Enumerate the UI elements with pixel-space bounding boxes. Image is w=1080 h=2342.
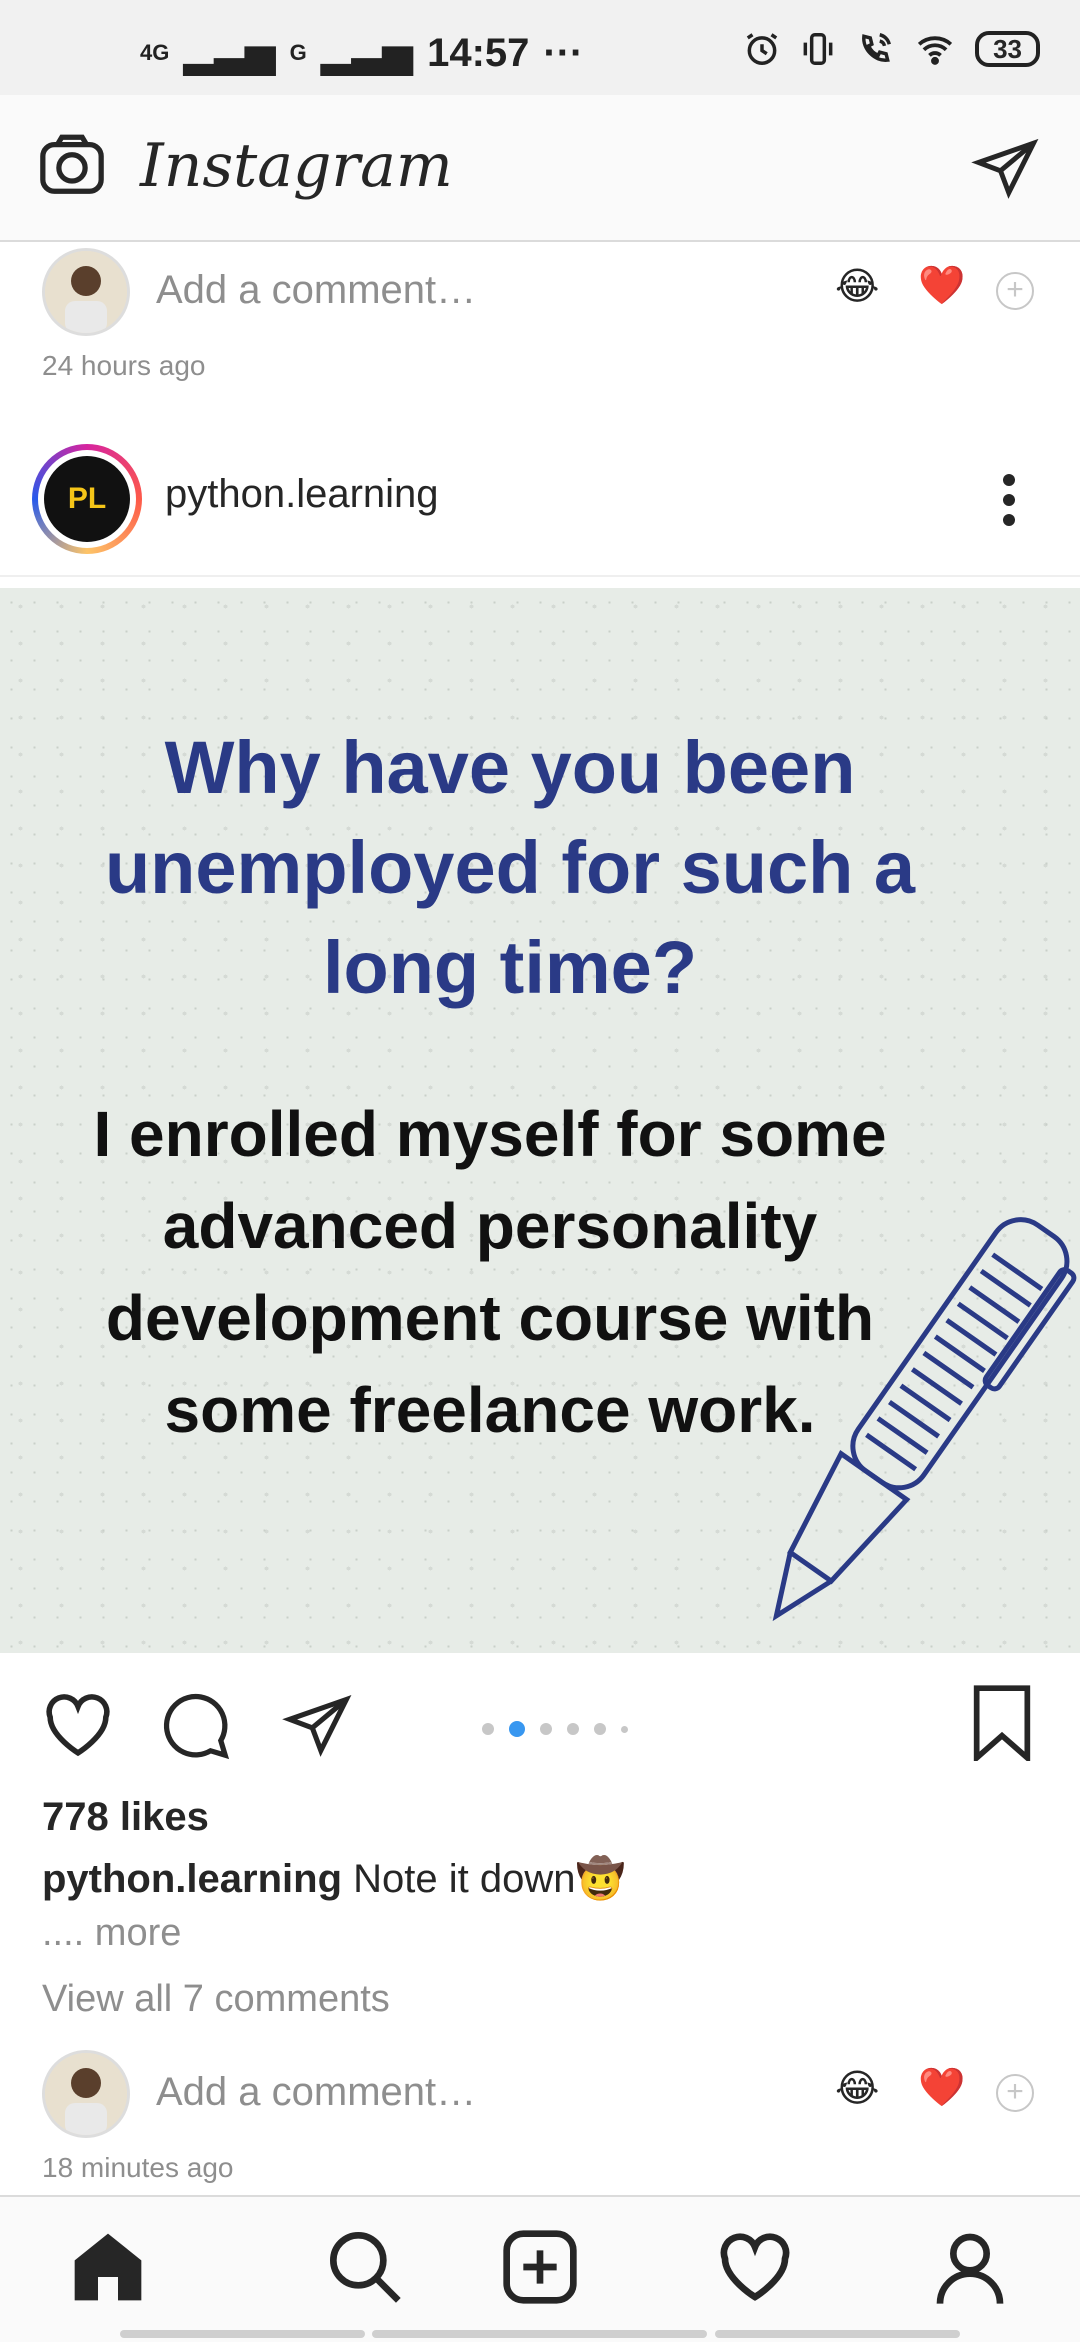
- new-post-icon[interactable]: [500, 2227, 580, 2307]
- comment-icon[interactable]: [160, 1691, 232, 1761]
- wifi-call-icon: [862, 33, 892, 62]
- caption-text: Note it down🤠: [353, 1857, 626, 1901]
- app-logo: Instagram: [140, 131, 453, 201]
- like-count[interactable]: 778 likes: [42, 1795, 209, 1840]
- carousel-dot: [540, 1723, 552, 1735]
- share-icon[interactable]: [282, 1691, 354, 1759]
- status-bar: 4G ▂▃▅ G ▂▃▅ 14:57 ··· 33: [0, 0, 1080, 95]
- carousel-dot: [621, 1725, 628, 1733]
- profile-ring-gap: PL: [38, 450, 136, 548]
- more-link[interactable]: .... more: [42, 1912, 181, 1955]
- signal-icon-2: ▂▃▅: [320, 31, 414, 75]
- like-heart-icon[interactable]: [40, 1691, 116, 1759]
- avatar[interactable]: [42, 2050, 130, 2138]
- search-icon[interactable]: [325, 2227, 405, 2307]
- add-reaction-icon[interactable]: +: [996, 2074, 1034, 2112]
- top-app-bar: Instagram: [0, 95, 1080, 242]
- carousel-dot: [567, 1723, 579, 1735]
- network-g-indicator: G: [289, 40, 307, 65]
- comment-timestamp: 18 minutes ago: [42, 2152, 234, 2183]
- add-reaction-icon[interactable]: +: [996, 272, 1034, 310]
- post-username[interactable]: python.learning: [165, 472, 439, 517]
- view-all-comments-link[interactable]: View all 7 comments: [42, 1978, 390, 2021]
- pen-illustration: [772, 1217, 1077, 1622]
- carousel-indicator: [482, 1721, 628, 1737]
- comment-input[interactable]: Add a comment…: [156, 268, 476, 313]
- laugh-reaction-button[interactable]: 😂: [835, 2066, 879, 2111]
- avatar[interactable]: [42, 248, 130, 336]
- heart-reaction-button[interactable]: ❤️: [918, 264, 965, 308]
- signal-icon: ▂▃▅: [183, 31, 276, 75]
- post-header: PL python.learning: [0, 430, 1080, 577]
- save-bookmark-icon[interactable]: [970, 1685, 1034, 1761]
- heart-reaction-button[interactable]: ❤️: [918, 2066, 965, 2110]
- wifi-icon: [917, 36, 953, 65]
- gesture-bar: [120, 2330, 365, 2338]
- clock: 14:57: [427, 30, 530, 75]
- battery-indicator: 33: [975, 31, 1040, 67]
- home-icon[interactable]: [68, 2227, 148, 2307]
- more-notifications: ···: [543, 30, 584, 75]
- comment-input[interactable]: Add a comment…: [156, 2070, 476, 2115]
- post-action-bar: [0, 1653, 1080, 1793]
- direct-message-icon[interactable]: [970, 135, 1042, 201]
- profile-icon[interactable]: [930, 2227, 1010, 2307]
- more-options-icon[interactable]: [995, 470, 1023, 530]
- profile-avatar: PL: [44, 456, 130, 542]
- caption-username[interactable]: python.learning: [42, 1857, 342, 1901]
- caption: python.learning Note it down🤠: [42, 1855, 625, 1902]
- carousel-dot: [482, 1723, 494, 1735]
- story-ring[interactable]: PL: [32, 444, 142, 554]
- bottom-navigation: [0, 2195, 1080, 2342]
- gesture-bar: [372, 2330, 707, 2338]
- camera-icon[interactable]: [35, 130, 109, 200]
- image-question-text: Why have you been unemployed for such a …: [104, 726, 916, 1009]
- laugh-reaction-button[interactable]: 😂: [835, 264, 879, 309]
- vibrate-icon: [803, 33, 833, 65]
- carousel-dot: [594, 1723, 606, 1735]
- activity-icon[interactable]: [715, 2227, 795, 2307]
- gesture-bar: [715, 2330, 960, 2338]
- alarm-icon: [746, 33, 778, 65]
- status-left: 4G ▂▃▅ G ▂▃▅ 14:57 ···: [140, 30, 583, 76]
- carousel-dot-active: [509, 1721, 525, 1737]
- network-4g-indicator: 4G: [140, 40, 170, 65]
- comment-timestamp: 24 hours ago: [42, 350, 206, 381]
- post-image[interactable]: Why have you been unemployed for such a …: [0, 588, 1080, 1653]
- status-right: 33: [743, 30, 1040, 68]
